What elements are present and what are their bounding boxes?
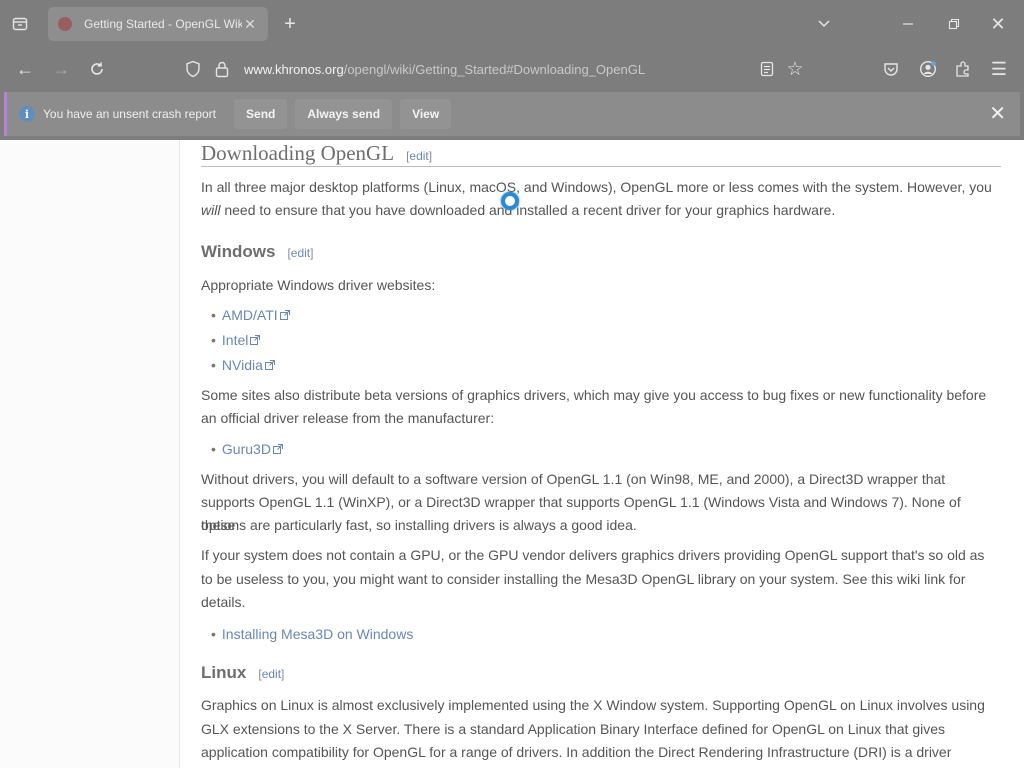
window-close-icon[interactable]: ✕ (986, 12, 1010, 36)
intro-line-2: will need to ensure that you have downlo… (201, 202, 836, 218)
nvidia-link[interactable]: NVidia (222, 357, 263, 373)
crash-report-notification: i You have an unsent crash report Send A… (4, 92, 1020, 136)
external-link-icon (264, 360, 275, 370)
amd-link[interactable]: AMD/ATI (222, 307, 278, 323)
list-item: • AMD/ATI (211, 304, 290, 327)
external-link-icon (250, 335, 261, 345)
account-icon[interactable] (917, 57, 939, 81)
favicon-icon (58, 17, 72, 31)
edit-link[interactable]: [edit] (406, 149, 432, 163)
nodriver-line-3: options are particularly fast, so instal… (201, 517, 637, 533)
navigation-toolbar: ← → www.khronos.org/opengl/wiki/Getting_… (0, 48, 1024, 90)
tab-getting-started[interactable]: Getting Started - OpenGL Wiki ✕ (48, 7, 268, 41)
forward-arrow-icon[interactable]: → (48, 56, 74, 82)
linux-line-3: application compatibility for OpenGL for… (201, 744, 952, 760)
bookmark-star-icon[interactable]: ☆ (784, 57, 806, 81)
minimize-icon[interactable] (896, 12, 920, 36)
external-link-icon (272, 444, 283, 454)
section-heading-linux: Linux [edit] (201, 663, 285, 682)
loading-cursor-icon (501, 192, 519, 210)
heading-divider (201, 166, 1001, 167)
windows-lead: Appropriate Windows driver websites: (201, 277, 436, 293)
restore-icon[interactable] (942, 12, 966, 36)
hamburger-menu-icon[interactable]: ☰ (988, 57, 1010, 81)
pocket-icon[interactable] (880, 57, 902, 81)
chevron-down-icon[interactable] (812, 12, 836, 36)
linux-line-2: GLX extensions to the X Server. There is… (201, 721, 945, 737)
url-text[interactable]: www.khronos.org/opengl/wiki/Getting_Star… (244, 62, 645, 77)
linux-line-1: Graphics on Linux is almost exclusively … (201, 697, 985, 713)
info-icon: i (19, 106, 35, 122)
reload-icon[interactable] (84, 56, 110, 82)
page-viewport: Downloading OpenGL [edit] In all three ma… (0, 140, 1024, 768)
reader-view-icon[interactable] (756, 57, 778, 81)
address-bar[interactable]: www.khronos.org/opengl/wiki/Getting_Star… (174, 52, 824, 86)
url-domain: www.khronos.org (244, 61, 344, 77)
nogpu-line-2: to be useless to you, you might want to … (201, 571, 966, 587)
tab-bar: Getting Started - OpenGL Wiki ✕ + ✕ (0, 0, 1024, 48)
nogpu-line-1: If your system does not contain a GPU, o… (201, 547, 985, 563)
list-item: • Intel (211, 329, 261, 352)
intro-line-1: In all three major desktop platforms (Li… (201, 179, 992, 195)
shield-icon[interactable] (184, 60, 202, 78)
section-heading-downloading: Downloading OpenGL [edit] (201, 142, 432, 168)
close-tab-icon[interactable]: ✕ (242, 16, 258, 33)
wiki-sidebar (0, 140, 180, 768)
guru3d-link[interactable]: Guru3D (222, 441, 271, 457)
close-icon[interactable]: ✕ (989, 104, 1006, 124)
edit-link[interactable]: [edit] (287, 246, 313, 260)
always-send-button[interactable]: Always send (295, 99, 393, 129)
beta-line-2: an official driver release from the manu… (201, 410, 495, 426)
section-heading-windows: Windows [edit] (201, 242, 314, 261)
notification-message: You have an unsent crash report (43, 107, 217, 121)
lock-icon[interactable] (214, 60, 230, 78)
new-tab-icon[interactable]: + (278, 12, 302, 36)
tab-list-icon[interactable] (8, 12, 32, 36)
back-arrow-icon[interactable]: ← (12, 56, 38, 82)
view-button[interactable]: View (400, 99, 452, 129)
url-path: /opengl/wiki/Getting_Started#Downloading… (343, 61, 646, 77)
list-item: • NVidia (211, 354, 275, 377)
browser-chrome: Getting Started - OpenGL Wiki ✕ + ✕ ← → … (0, 0, 1024, 140)
beta-line-1: Some sites also distribute beta versions… (201, 387, 987, 403)
edit-link[interactable]: [edit] (258, 667, 284, 681)
send-button[interactable]: Send (234, 99, 288, 129)
list-item: • Guru3D (211, 438, 283, 461)
list-item: • Installing Mesa3D on Windows (211, 626, 414, 642)
mesa3d-link[interactable]: Installing Mesa3D on Windows (222, 626, 413, 642)
nodriver-line-1: Without drivers, you will default to a s… (201, 471, 946, 487)
external-link-icon (279, 310, 290, 320)
nogpu-line-3: details. (201, 594, 246, 610)
heading-text: Downloading OpenGL (201, 141, 395, 165)
extensions-icon[interactable] (952, 57, 974, 81)
tab-title: Getting Started - OpenGL Wiki (84, 17, 242, 31)
intel-link[interactable]: Intel (222, 332, 248, 348)
